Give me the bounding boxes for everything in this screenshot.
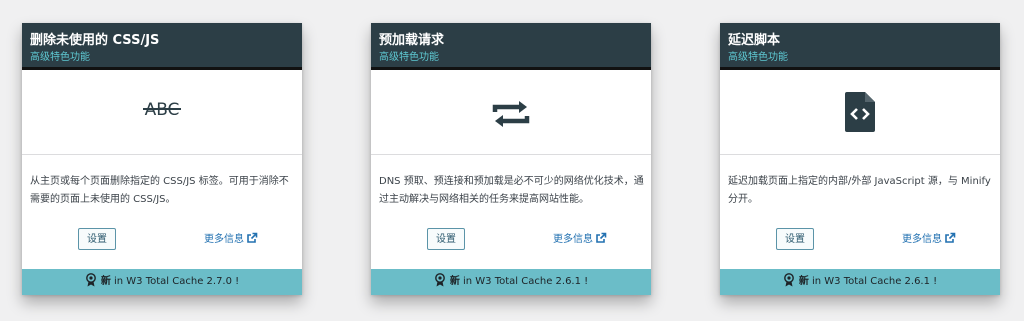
award-badge-icon [783, 273, 794, 287]
new-label: 新 [798, 276, 809, 287]
more-info-link[interactable]: 更多信息 [204, 232, 258, 247]
footer-version-text: in W3 Total Cache 2.6.1 ! [808, 276, 938, 287]
code-file-icon [845, 92, 875, 132]
award-badge-icon [85, 273, 96, 287]
card-description: DNS 预取、预连接和预加载是必不可少的网络优化技术，通过主动解决与网络相关的任… [379, 176, 644, 205]
card-footer: 新 in W3 Total Cache 2.6.1 ! [720, 269, 1000, 295]
card-header: 删除未使用的 CSS/JS 高级特色功能 [22, 23, 302, 70]
footer-version-text: in W3 Total Cache 2.7.0 ! [110, 276, 240, 287]
settings-button[interactable]: 设置 [78, 228, 116, 250]
new-label: 新 [449, 276, 460, 287]
feature-card-delay-scripts: 延迟脚本 高级特色功能 延迟加载页面上指定的内部/外部 JavaScript 源… [720, 23, 1000, 295]
settings-button[interactable]: 设置 [427, 228, 465, 250]
card-subtitle: 高级特色功能 [30, 52, 90, 63]
feature-card-remove-unused-css-js: 删除未使用的 CSS/JS 高级特色功能 ABC 从主页或每个页面删除指定的 C… [22, 23, 302, 295]
more-info-link[interactable]: 更多信息 [902, 232, 956, 247]
more-info-label: 更多信息 [902, 234, 942, 245]
card-subtitle: 高级特色功能 [379, 52, 439, 63]
footer-version-text: in W3 Total Cache 2.6.1 ! [459, 276, 589, 287]
card-title: 延迟脚本 [728, 33, 781, 48]
strikethrough-abc-icon: ABC [143, 100, 181, 120]
card-subtitle: 高级特色功能 [728, 52, 788, 63]
repeat-arrows-icon [492, 101, 530, 127]
card-title: 删除未使用的 CSS/JS [30, 33, 160, 48]
more-info-label: 更多信息 [553, 234, 593, 245]
new-label: 新 [100, 276, 111, 287]
settings-button[interactable]: 设置 [776, 228, 814, 250]
card-icon-area [371, 70, 651, 155]
external-link-icon [596, 232, 607, 243]
more-info-link[interactable]: 更多信息 [553, 232, 607, 247]
card-title: 预加载请求 [379, 33, 445, 48]
more-info-label: 更多信息 [204, 234, 244, 245]
card-header: 预加载请求 高级特色功能 [371, 23, 651, 70]
card-description: 延迟加载页面上指定的内部/外部 JavaScript 源，与 Minify 分开… [728, 176, 991, 205]
card-footer: 新 in W3 Total Cache 2.6.1 ! [371, 269, 651, 295]
card-icon-area [720, 70, 1000, 155]
card-description: 从主页或每个页面删除指定的 CSS/JS 标签。可用于消除不需要的页面上未使用的… [30, 176, 289, 205]
external-link-icon [247, 232, 258, 243]
feature-card-preload-requests: 预加载请求 高级特色功能 DNS 预取、预连接和预加载是必不可少的网络优化技术，… [371, 23, 651, 295]
card-icon-area: ABC [22, 70, 302, 155]
card-header: 延迟脚本 高级特色功能 [720, 23, 1000, 70]
external-link-icon [945, 232, 956, 243]
award-badge-icon [434, 273, 445, 287]
card-footer: 新 in W3 Total Cache 2.7.0 ! [22, 269, 302, 295]
